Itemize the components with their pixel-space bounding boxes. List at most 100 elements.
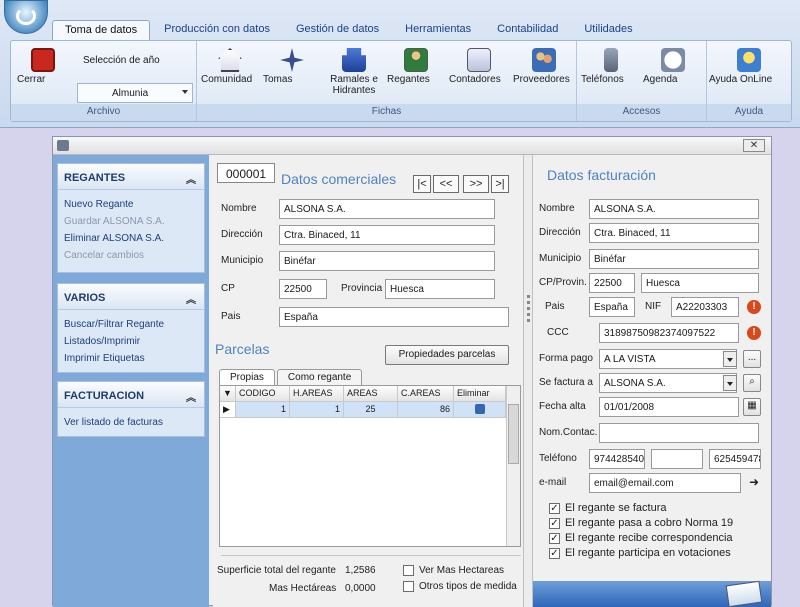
pais-field[interactable]: España	[279, 307, 509, 327]
collapse-icon[interactable]: ︽	[186, 171, 196, 186]
fact-nombre-field[interactable]: ALSONA S.A.	[589, 199, 759, 219]
ver-listado-facturas-link[interactable]: Ver listado de facturas	[58, 414, 204, 431]
direccion-field[interactable]: Ctra. Binaced, 11	[279, 225, 495, 245]
cancelar-cambios-link[interactable]: Cancelar cambios	[58, 247, 204, 264]
tab-como-regante[interactable]: Como regante	[276, 369, 363, 385]
cell-hareas[interactable]: 1	[290, 402, 344, 418]
tab-contabilidad[interactable]: Contabilidad	[485, 20, 570, 40]
col-hareas[interactable]: H.AREAS	[290, 386, 344, 402]
tab-propias[interactable]: Propias	[219, 369, 275, 385]
buscar-filtrar-link[interactable]: Buscar/Filtrar Regante	[58, 316, 204, 333]
datos-comerciales-title: Datos comerciales	[281, 171, 397, 187]
app-menu-button[interactable]	[4, 0, 48, 34]
nav-first-button[interactable]: |<	[413, 175, 431, 193]
municipio-field[interactable]: Binéfar	[279, 251, 495, 271]
panel-header-regantes[interactable]: REGANTES ︽	[58, 164, 204, 190]
nav-prev-button[interactable]: <<	[433, 175, 459, 193]
search-button[interactable]: ⌕	[743, 374, 761, 392]
se-factura-a-select[interactable]: ALSONA S.A.	[599, 373, 737, 393]
comunidad-button[interactable]: Comunidad	[201, 45, 259, 99]
col-areas[interactable]: AREAS	[344, 386, 398, 402]
delete-row-button[interactable]	[454, 402, 506, 418]
ccc-warning-icon[interactable]: !	[747, 326, 761, 340]
scrollbar-thumb[interactable]	[508, 404, 519, 464]
row-pointer-icon: ▶	[220, 402, 236, 418]
correspondencia-checkbox[interactable]: ✓	[549, 533, 560, 544]
telefono-field-3[interactable]: 625459478	[709, 449, 761, 469]
tomas-label: Tomas	[263, 74, 293, 85]
col-careas[interactable]: C.AREAS	[398, 386, 454, 402]
col-codigo[interactable]: CODIGO	[236, 386, 290, 402]
ver-mas-hectareas-checkbox[interactable]	[403, 565, 414, 576]
nav-next-button[interactable]: >>	[463, 175, 489, 193]
nav-last-button[interactable]: >|	[491, 175, 509, 193]
tab-herramientas[interactable]: Herramientas	[393, 20, 483, 40]
cell-codigo[interactable]: 1	[236, 402, 290, 418]
grid-scrollbar[interactable]	[506, 386, 520, 546]
fact-pais-field[interactable]: España	[589, 297, 635, 317]
norma-19-checkbox[interactable]: ✓	[549, 518, 560, 529]
regante-code-field[interactable]: 000001	[217, 163, 275, 183]
se-factura-a-label: Se factura a	[539, 377, 593, 388]
ayuda-online-button[interactable]: Ayuda OnLine	[709, 45, 789, 99]
forma-pago-select[interactable]: A LA VISTA	[599, 349, 737, 369]
fact-cp-field[interactable]: 22500	[589, 273, 635, 293]
year-select[interactable]: Almunia	[77, 83, 193, 103]
group-label-ayuda: Ayuda	[707, 104, 791, 121]
listados-imprimir-link[interactable]: Listados/Imprimir	[58, 333, 204, 350]
telefono-field-2[interactable]	[651, 449, 703, 469]
col-eliminar: Eliminar	[454, 386, 506, 402]
forma-pago-more-button[interactable]: ...	[743, 350, 761, 368]
cell-careas[interactable]: 86	[398, 402, 454, 418]
agenda-button[interactable]: Agenda	[643, 45, 703, 99]
collapse-icon[interactable]: ︽	[186, 389, 196, 404]
propiedades-parcelas-button[interactable]: Propiedades parcelas	[385, 345, 509, 365]
tomas-button[interactable]: Tomas	[263, 45, 321, 99]
otros-tipos-medida-checkbox[interactable]	[403, 581, 414, 592]
fact-municipio-field[interactable]: Binéfar	[589, 249, 759, 269]
municipio-label: Municipio	[221, 255, 264, 266]
provincia-field[interactable]: Huesca	[385, 279, 495, 299]
guardar-link[interactable]: Guardar ALSONA S.A.	[58, 213, 204, 230]
documents-icon	[725, 580, 763, 607]
tab-gestion-de-datos[interactable]: Gestión de datos	[284, 20, 391, 40]
imprimir-etiquetas-link[interactable]: Imprimir Etiquetas	[58, 350, 204, 367]
nif-field[interactable]: A22203303	[671, 297, 739, 317]
collapse-icon[interactable]: ︽	[186, 291, 196, 306]
panel-header-facturacion[interactable]: FACTURACION ︽	[58, 382, 204, 408]
table-row[interactable]: ▶ 1 1 25 86	[220, 402, 506, 418]
cerrar-button[interactable]: Cerrar	[17, 45, 69, 99]
eliminar-link[interactable]: Eliminar ALSONA S.A.	[58, 230, 204, 247]
votaciones-checkbox[interactable]: ✓	[549, 548, 560, 559]
se-factura-checkbox[interactable]: ✓	[549, 503, 560, 514]
fecha-alta-field[interactable]: 01/01/2008	[599, 397, 739, 417]
send-email-icon[interactable]: ➜	[749, 475, 759, 489]
chevron-down-icon[interactable]	[723, 351, 737, 367]
email-field[interactable]: email@email.com	[589, 473, 741, 493]
regantes-button[interactable]: Regantes	[387, 45, 445, 99]
window-close-button[interactable]: ✕	[743, 139, 765, 152]
cell-areas[interactable]: 25	[344, 402, 398, 418]
cp-field[interactable]: 22500	[279, 279, 327, 299]
panel-header-varios[interactable]: VARIOS ︽	[58, 284, 204, 310]
seleccion-ano-button[interactable]: Selección de año	[77, 51, 193, 71]
proveedores-button[interactable]: Proveedores	[513, 45, 575, 99]
ramales-button[interactable]: Ramales e Hidrantes	[325, 45, 383, 99]
telefono-field-1[interactable]: 974428540	[589, 449, 645, 469]
cp-provin-label: CP/Provin.	[539, 277, 587, 288]
nif-warning-icon[interactable]: !	[747, 300, 761, 314]
nuevo-regante-link[interactable]: Nuevo Regante	[58, 196, 204, 213]
contadores-button[interactable]: Contadores	[449, 45, 509, 99]
calendar-button[interactable]: ▦	[743, 398, 761, 416]
telefonos-button[interactable]: Teléfonos	[581, 45, 641, 99]
pane-splitter[interactable]	[523, 155, 533, 607]
fact-provincia-field[interactable]: Huesca	[641, 273, 759, 293]
fact-direccion-field[interactable]: Ctra. Binaced, 11	[589, 223, 759, 243]
nombre-field[interactable]: ALSONA S.A.	[279, 199, 495, 219]
tab-utilidades[interactable]: Utilidades	[572, 20, 644, 40]
tab-produccion-con-datos[interactable]: Producción con datos	[152, 20, 282, 40]
chevron-down-icon[interactable]	[723, 375, 737, 391]
ccc-field[interactable]: 31898750982374097522	[599, 323, 739, 343]
tab-toma-de-datos[interactable]: Toma de datos	[52, 20, 151, 40]
nom-contac-field[interactable]	[599, 423, 759, 443]
